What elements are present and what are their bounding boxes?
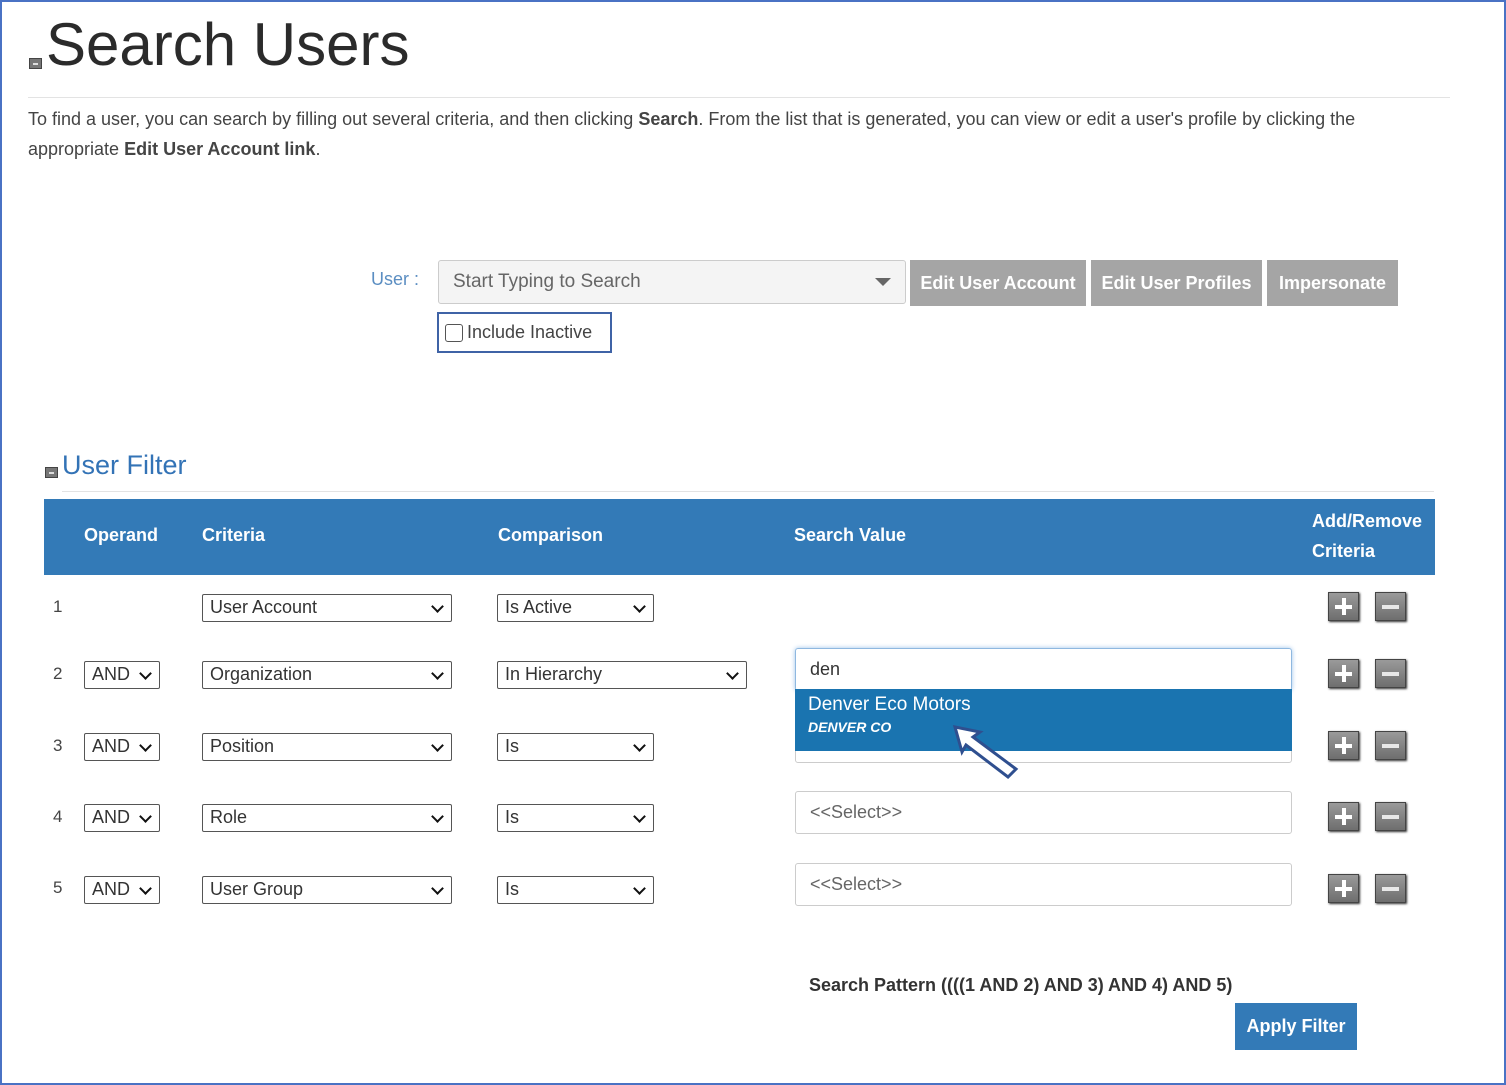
header-add-remove: Add/Remove: [1312, 511, 1423, 531]
comparison-select[interactable]: Is: [497, 876, 654, 904]
page-title: Search Users: [46, 11, 410, 78]
collapse-icon[interactable]: [29, 58, 42, 69]
search-value-select[interactable]: <<Select>>: [795, 863, 1292, 906]
include-inactive-toggle[interactable]: Include Inactive: [437, 312, 612, 353]
header-search-value: Search Value: [794, 525, 907, 545]
divider: [62, 491, 1434, 492]
option-location: DENVER CO: [808, 719, 892, 735]
impersonate-button[interactable]: Impersonate: [1267, 260, 1398, 306]
row-number: 1: [53, 597, 63, 616]
remove-criteria-icon[interactable]: [1375, 592, 1406, 621]
row-number: 2: [53, 664, 63, 683]
include-inactive-checkbox[interactable]: [445, 323, 463, 342]
header-add-remove-criteria: Criteria: [1312, 541, 1376, 561]
dropdown-caret-icon[interactable]: [875, 278, 891, 286]
criteria-select[interactable]: Role: [202, 804, 452, 832]
row-number: 4: [53, 807, 63, 826]
comparison-select[interactable]: Is: [497, 733, 654, 761]
intro-text: To find a user, you can search by fillin…: [28, 109, 1356, 159]
user-search-combo[interactable]: Start Typing to Search: [438, 260, 906, 304]
header-comparison: Comparison: [498, 525, 604, 545]
option-name: Denver Eco Motors: [808, 694, 971, 715]
add-criteria-icon[interactable]: [1328, 802, 1359, 831]
row-number: 3: [53, 736, 63, 755]
add-criteria-icon[interactable]: [1328, 659, 1359, 688]
user-search-placeholder: Start Typing to Search: [453, 271, 641, 292]
pointer-arrow-icon: [952, 725, 1019, 779]
header-criteria: Criteria: [202, 525, 266, 545]
add-criteria-icon[interactable]: [1328, 731, 1359, 760]
search-value-input[interactable]: den: [795, 648, 1292, 691]
filter-table-header: Operand Criteria Comparison Search Value…: [44, 499, 1435, 575]
criteria-select[interactable]: User Account: [202, 594, 452, 622]
apply-filter-button[interactable]: Apply Filter: [1235, 1003, 1357, 1050]
include-inactive-label: Include Inactive: [467, 322, 593, 342]
autocomplete-option[interactable]: Denver Eco Motors DENVER CO: [795, 689, 1292, 751]
search-pattern: Search Pattern ((((1 AND 2) AND 3) AND 4…: [809, 975, 1233, 995]
user-filter-title: User Filter: [62, 450, 187, 480]
edit-user-profiles-button[interactable]: Edit User Profiles: [1091, 260, 1262, 306]
search-value-select[interactable]: <<Select>>: [795, 791, 1292, 834]
criteria-select[interactable]: Position: [202, 733, 452, 761]
comparison-select[interactable]: Is: [497, 804, 654, 832]
operand-select[interactable]: AND: [84, 804, 160, 832]
operand-select[interactable]: AND: [84, 876, 160, 904]
comparison-select[interactable]: Is Active: [497, 594, 654, 622]
operand-select[interactable]: AND: [84, 733, 160, 761]
edit-user-account-button[interactable]: Edit User Account: [910, 260, 1086, 306]
add-criteria-icon[interactable]: [1328, 874, 1359, 903]
criteria-select[interactable]: User Group: [202, 876, 452, 904]
criteria-select[interactable]: Organization: [202, 661, 452, 689]
collapse-filter-icon[interactable]: [45, 467, 58, 478]
add-criteria-icon[interactable]: [1328, 592, 1359, 621]
comparison-select[interactable]: In Hierarchy: [497, 661, 747, 689]
operand-select[interactable]: AND: [84, 661, 160, 689]
remove-criteria-icon[interactable]: [1375, 731, 1406, 760]
row-number: 5: [53, 878, 63, 897]
remove-criteria-icon[interactable]: [1375, 659, 1406, 688]
remove-criteria-icon[interactable]: [1375, 802, 1406, 831]
header-operand: Operand: [84, 525, 159, 545]
divider: [28, 97, 1450, 98]
user-label: User :: [371, 269, 420, 289]
remove-criteria-icon[interactable]: [1375, 874, 1406, 903]
